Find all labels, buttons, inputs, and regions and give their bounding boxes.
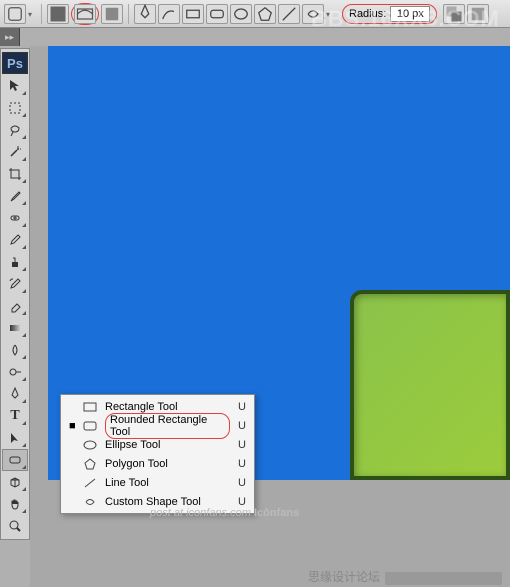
blur-tool[interactable] bbox=[2, 339, 28, 361]
magic-wand-tool[interactable] bbox=[2, 141, 28, 163]
menu-label: Polygon Tool bbox=[105, 458, 230, 470]
ellipse-shape-button[interactable] bbox=[230, 4, 252, 24]
crop-tool[interactable] bbox=[2, 163, 28, 185]
history-brush-tool[interactable] bbox=[2, 273, 28, 295]
polygon-shape-button[interactable] bbox=[254, 4, 276, 24]
shape-tool[interactable] bbox=[2, 449, 28, 471]
freeform-pen-icon[interactable] bbox=[158, 4, 180, 24]
menu-label: Rectangle Tool bbox=[105, 401, 230, 413]
chevron-down-icon[interactable]: ▾ bbox=[28, 10, 36, 18]
menu-shortcut: U bbox=[238, 401, 246, 413]
double-arrow-icon: ▸▸ bbox=[5, 32, 14, 43]
shape-tool-flyout-menu: Rectangle Tool U ■ Rounded Rectangle Too… bbox=[60, 394, 255, 514]
dodge-tool[interactable] bbox=[2, 361, 28, 383]
lasso-tool[interactable] bbox=[2, 119, 28, 141]
panel-tab[interactable]: ▸▸ bbox=[0, 28, 20, 46]
photoshop-logo: Ps bbox=[2, 52, 28, 74]
hand-tool[interactable] bbox=[2, 493, 28, 515]
toolbox: Ps T bbox=[0, 48, 30, 540]
polygon-icon bbox=[83, 458, 97, 470]
pen-icon[interactable] bbox=[134, 4, 156, 24]
menu-shortcut: U bbox=[238, 458, 246, 470]
menu-shortcut: U bbox=[238, 420, 246, 432]
3d-tool[interactable] bbox=[2, 471, 28, 493]
watermark-top-right: BBS.16XX8.COM bbox=[311, 6, 500, 32]
rounded-rect-shape-button[interactable] bbox=[206, 4, 228, 24]
eraser-tool[interactable] bbox=[2, 295, 28, 317]
menu-item-rounded-rectangle[interactable]: ■ Rounded Rectangle Tool U bbox=[63, 416, 252, 435]
custom-shape-icon bbox=[83, 496, 97, 508]
move-tool[interactable] bbox=[2, 75, 28, 97]
watermark-bottom-center: 思缘设计论坛 bbox=[308, 568, 380, 585]
menu-item-polygon[interactable]: Polygon Tool U bbox=[63, 454, 252, 473]
menu-label: Ellipse Tool bbox=[105, 439, 230, 451]
line-icon bbox=[83, 477, 97, 489]
clone-stamp-tool[interactable] bbox=[2, 251, 28, 273]
separator bbox=[41, 4, 42, 24]
path-selection-tool[interactable] bbox=[2, 427, 28, 449]
healing-brush-tool[interactable] bbox=[2, 207, 28, 229]
type-tool[interactable]: T bbox=[2, 405, 28, 427]
menu-label: Line Tool bbox=[105, 477, 230, 489]
menu-shortcut: U bbox=[238, 477, 246, 489]
menu-item-line[interactable]: Line Tool U bbox=[63, 473, 252, 492]
rectangle-shape-button[interactable] bbox=[182, 4, 204, 24]
menu-shortcut: U bbox=[238, 496, 246, 508]
brush-tool[interactable] bbox=[2, 229, 28, 251]
menu-shortcut: U bbox=[238, 439, 246, 451]
selected-indicator: ■ bbox=[69, 420, 75, 432]
zoom-tool[interactable] bbox=[2, 515, 28, 537]
watermark-bottom-left: post at iconfans.com Icōnfans bbox=[150, 507, 299, 519]
eyedropper-tool[interactable] bbox=[2, 185, 28, 207]
marquee-tool[interactable] bbox=[2, 97, 28, 119]
rectangle-icon bbox=[83, 401, 97, 413]
menu-label: Rounded Rectangle Tool bbox=[105, 413, 230, 439]
tool-preset-button[interactable] bbox=[4, 4, 26, 24]
menu-item-ellipse[interactable]: Ellipse Tool U bbox=[63, 435, 252, 454]
separator bbox=[128, 4, 129, 24]
menu-label: Custom Shape Tool bbox=[105, 496, 230, 508]
fill-pixels-button[interactable] bbox=[101, 4, 123, 24]
rounded-rectangle-icon bbox=[83, 420, 97, 432]
line-shape-button[interactable] bbox=[278, 4, 300, 24]
ellipse-icon bbox=[83, 439, 97, 451]
pen-tool[interactable] bbox=[2, 383, 28, 405]
paths-mode-highlight bbox=[71, 3, 99, 25]
shape-layers-button[interactable] bbox=[47, 4, 69, 24]
paths-button[interactable] bbox=[74, 4, 96, 24]
gradient-tool[interactable] bbox=[2, 317, 28, 339]
watermark-bottom-right: WWW.MISSYUAN.COM bbox=[385, 572, 502, 585]
rounded-rectangle-shape[interactable] bbox=[350, 290, 510, 480]
